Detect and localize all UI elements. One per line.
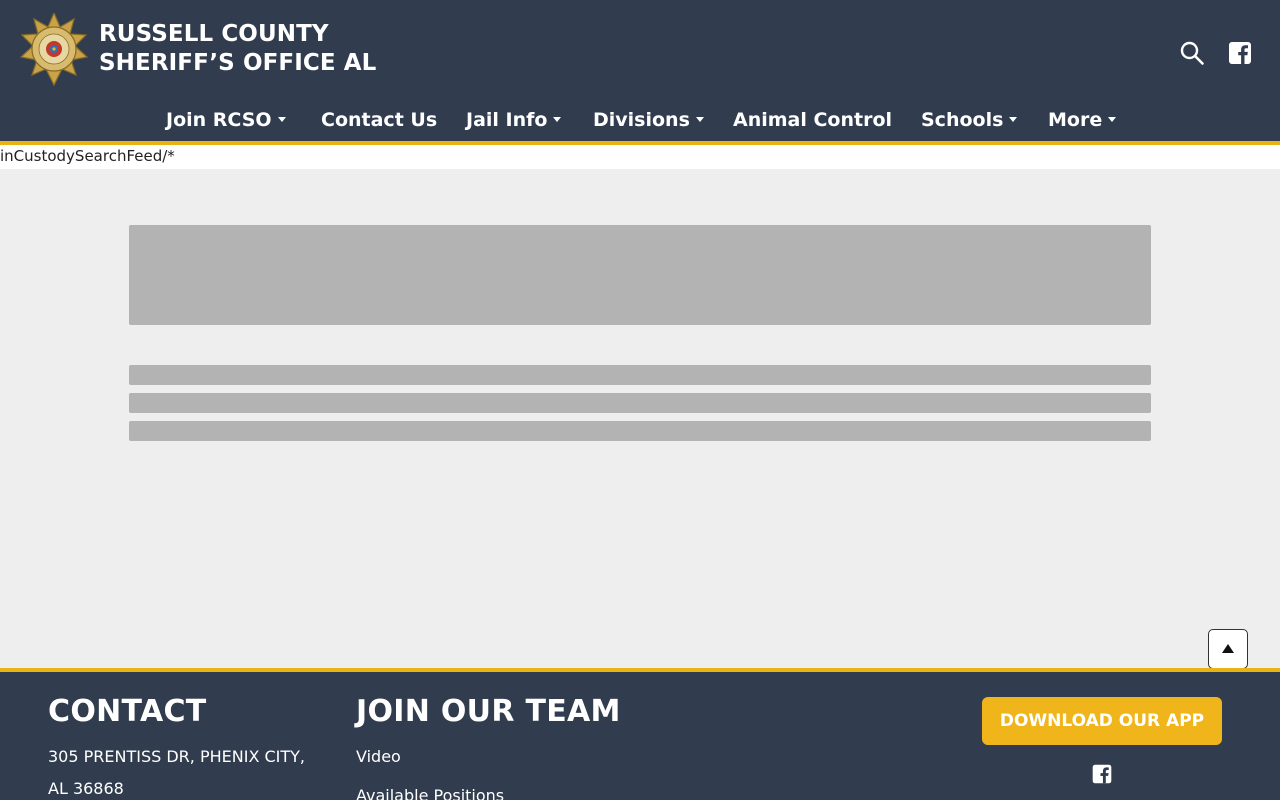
contact-address-line-1: 305 PRENTISS DR, PHENIX CITY, — [48, 747, 306, 766]
nav-label: Jail Info — [466, 109, 548, 131]
site-title[interactable]: RUSSELL COUNTY SHERIFF’S OFFICE AL — [99, 20, 376, 78]
nav-label: Join RCSO — [166, 109, 272, 131]
nav-label: Schools — [921, 109, 1004, 131]
footer-link-available-positions[interactable]: Available Positions — [356, 786, 504, 800]
feed-raw-text: inCustodySearchFeed/* — [0, 147, 175, 165]
nav-label: Contact Us — [321, 109, 438, 131]
contact-address-line-2: AL 36868 — [48, 779, 124, 798]
download-app-button[interactable]: DOWNLOAD OUR APP — [982, 697, 1222, 745]
caret-down-icon — [695, 117, 704, 122]
back-to-top-button[interactable] — [1208, 629, 1248, 669]
feed-text-bar — [0, 145, 1280, 169]
nav-item-more[interactable]: More — [1048, 104, 1117, 138]
loading-skeleton-line — [129, 365, 1151, 385]
footer-link-video[interactable]: Video — [356, 747, 401, 766]
loading-skeleton-block — [129, 225, 1151, 325]
caret-down-icon — [553, 117, 562, 122]
site-title-line-1: RUSSELL COUNTY — [99, 21, 329, 47]
join-team-heading: JOIN OUR TEAM — [356, 694, 621, 729]
facebook-icon[interactable] — [1227, 40, 1253, 66]
nav-label: More — [1048, 109, 1103, 131]
search-icon[interactable] — [1179, 40, 1205, 66]
caret-down-icon — [1108, 117, 1117, 122]
caret-down-icon — [277, 117, 286, 122]
nav-item-contact-us[interactable]: Contact Us — [321, 104, 437, 138]
caret-down-icon — [1009, 117, 1018, 122]
site-header: RUSSELL COUNTY SHERIFF’S OFFICE AL Join … — [0, 0, 1280, 141]
nav-label: Animal Control — [733, 109, 893, 131]
sheriff-badge-logo[interactable] — [20, 13, 88, 87]
nav-item-divisions[interactable]: Divisions — [593, 104, 704, 138]
nav-item-join-rcso[interactable]: Join RCSO — [166, 104, 286, 138]
nav-item-jail-info[interactable]: Jail Info — [466, 104, 562, 138]
loading-skeleton-line — [129, 393, 1151, 413]
main-nav: Join RCSO Contact Us Jail Info Divisions… — [0, 104, 1280, 138]
contact-heading: CONTACT — [48, 694, 207, 729]
loading-skeleton-line — [129, 421, 1151, 441]
arrow-up-icon — [1222, 644, 1234, 653]
nav-item-animal-control[interactable]: Animal Control — [733, 104, 892, 138]
nav-item-schools[interactable]: Schools — [921, 104, 1018, 138]
facebook-icon[interactable] — [1091, 763, 1113, 785]
nav-label: Divisions — [593, 109, 690, 131]
site-title-line-2: SHERIFF’S OFFICE AL — [99, 50, 377, 76]
